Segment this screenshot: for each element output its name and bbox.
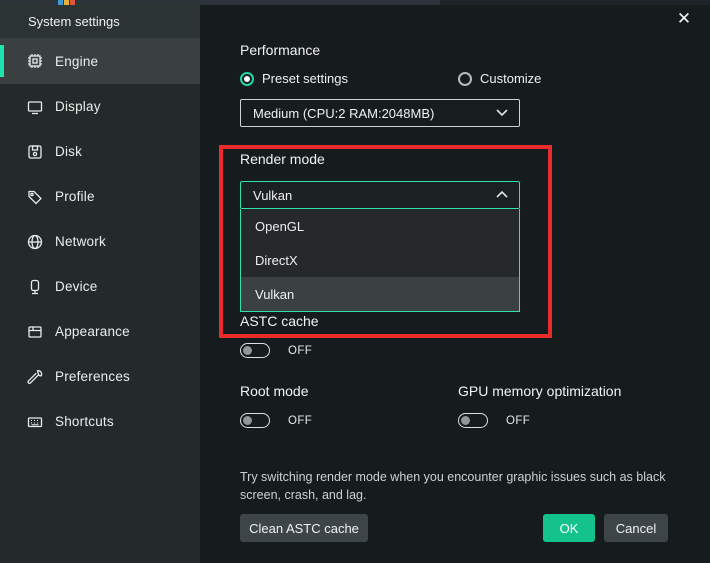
render-option-vulkan[interactable]: Vulkan [241,277,519,311]
sidebar-item-preferences[interactable]: Preferences [0,354,200,399]
keyboard-icon [26,413,44,431]
sidebar-item-profile[interactable]: Profile [0,174,200,219]
render-mode-dropdown[interactable]: Vulkan [240,181,520,209]
render-option-directx[interactable]: DirectX [241,243,519,277]
preset-dropdown-value: Medium (CPU:2 RAM:2048MB) [253,105,435,121]
astc-cache-toggle-row: OFF [240,343,312,358]
radio-unselected-icon [458,71,472,86]
root-mode-toggle[interactable] [240,413,270,428]
toggle-knob [243,345,252,355]
root-mode-toggle-row: OFF [240,413,312,428]
sidebar-item-label: Shortcuts [55,414,114,429]
sidebar-nav: Engine Display Disk Profile Network Devi… [0,38,200,444]
sidebar-header: System settings [0,5,200,38]
sidebar-item-label: Profile [55,189,95,204]
chevron-down-icon [495,104,509,122]
preset-dropdown[interactable]: Medium (CPU:2 RAM:2048MB) [240,99,520,127]
gpu-memory-state: OFF [506,414,531,427]
astc-cache-toggle[interactable] [240,343,270,358]
close-icon[interactable]: ✕ [672,7,696,31]
ok-button[interactable]: OK [543,514,595,542]
clean-astc-cache-button[interactable]: Clean ASTC cache [240,514,368,542]
gpu-memory-toggle-row: OFF [458,413,530,428]
radio-selected-icon [240,71,254,86]
gpu-memory-toggle[interactable] [458,413,488,428]
cancel-button[interactable]: Cancel [604,514,668,542]
settings-main-panel: ✕ Performance Preset settings Customize … [200,5,710,563]
render-mode-tip-text: Try switching render mode when you encou… [240,470,666,502]
sidebar-item-appearance[interactable]: Appearance [0,309,200,354]
gpu-memory-heading: GPU memory optimization [458,383,622,399]
toggle-knob [243,415,252,425]
sidebar-item-shortcuts[interactable]: Shortcuts [0,399,200,444]
radio-label: Preset settings [262,71,348,86]
render-mode-options-list: OpenGL DirectX Vulkan [240,209,520,312]
wrench-icon [26,368,44,386]
sidebar-item-label: Disk [55,144,83,159]
radio-label: Customize [480,71,542,86]
root-mode-state: OFF [288,414,313,427]
device-icon [26,278,44,296]
sidebar-item-network[interactable]: Network [0,219,200,264]
sidebar-item-engine[interactable]: Engine [0,38,200,84]
sidebar-item-device[interactable]: Device [0,264,200,309]
monitor-icon [26,98,44,116]
sidebar-item-label: Device [55,279,98,294]
sidebar-item-label: Network [55,234,106,249]
preset-settings-radio[interactable]: Preset settings [240,71,348,86]
astc-cache-state: OFF [288,344,313,357]
sidebar-item-label: Preferences [55,369,130,384]
root-mode-heading: Root mode [240,383,309,399]
chip-icon [26,52,44,70]
astc-cache-heading: ASTC cache [240,313,319,329]
tag-icon [26,188,44,206]
toggle-knob [461,415,470,425]
sidebar-item-label: Appearance [55,324,130,339]
window-icon [26,323,44,341]
globe-icon [26,233,44,251]
sidebar-item-label: Engine [55,53,99,69]
customize-radio[interactable]: Customize [458,71,541,86]
performance-heading: Performance [240,42,321,58]
dialog-title: System settings [28,14,120,29]
chevron-up-icon [495,186,509,204]
floppy-icon [26,143,44,161]
render-mode-heading: Render mode [240,151,325,167]
sidebar-item-display[interactable]: Display [0,84,200,129]
settings-sidebar: System settings Engine Display Disk Prof… [0,5,200,563]
render-option-opengl[interactable]: OpenGL [241,209,519,243]
sidebar-item-label: Display [55,99,101,114]
render-mode-value: Vulkan [253,187,293,203]
sidebar-item-disk[interactable]: Disk [0,129,200,174]
